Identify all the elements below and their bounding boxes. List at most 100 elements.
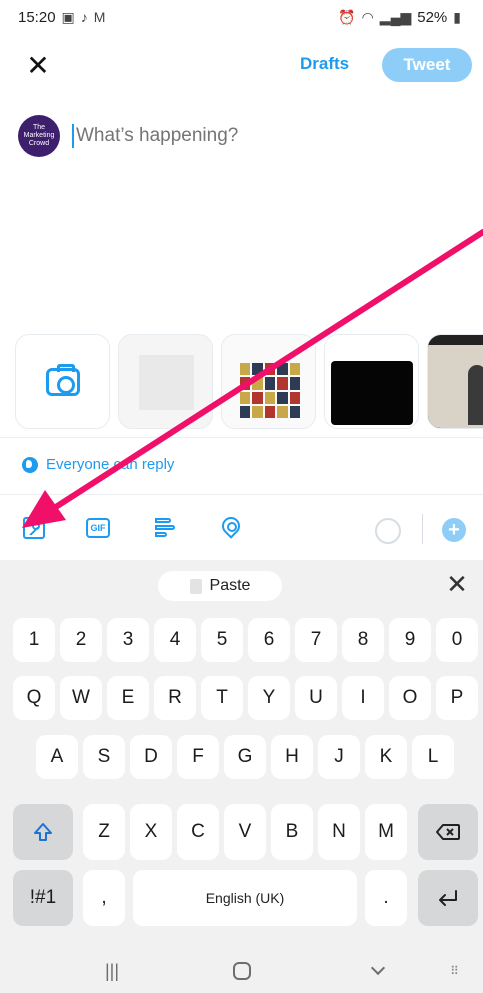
- location-icon: [221, 517, 239, 539]
- key-a[interactable]: A: [36, 735, 78, 779]
- system-nav-bar: ||| ⠿: [0, 950, 483, 993]
- tweet-button[interactable]: Tweet: [382, 48, 472, 82]
- key-8[interactable]: 8: [342, 618, 384, 662]
- key-j[interactable]: J: [318, 735, 360, 779]
- key-7[interactable]: 7: [295, 618, 337, 662]
- key-n[interactable]: N: [318, 804, 360, 860]
- key-m[interactable]: M: [365, 804, 407, 860]
- chevron-down-icon: [370, 960, 386, 976]
- keyboard-close-button[interactable]: ✕: [443, 570, 471, 598]
- home-button[interactable]: [222, 958, 262, 984]
- key-p[interactable]: P: [436, 676, 478, 720]
- media-thumbnail[interactable]: [118, 334, 213, 429]
- divider: [0, 494, 483, 495]
- key-l[interactable]: L: [412, 735, 454, 779]
- key-z[interactable]: Z: [83, 804, 125, 860]
- poll-icon: [155, 518, 175, 538]
- key-f[interactable]: F: [177, 735, 219, 779]
- home-icon: [233, 962, 251, 980]
- key-u[interactable]: U: [295, 676, 337, 720]
- key-r[interactable]: R: [154, 676, 196, 720]
- backspace-icon: [436, 824, 460, 840]
- tweet-text-input[interactable]: [76, 125, 436, 147]
- paste-button[interactable]: Paste: [158, 571, 282, 601]
- gallery-icon: ▣: [61, 8, 75, 25]
- key-k[interactable]: K: [365, 735, 407, 779]
- key-4[interactable]: 4: [154, 618, 196, 662]
- signal-icon: ▂▄▆: [379, 8, 412, 25]
- key-q[interactable]: Q: [13, 676, 55, 720]
- recents-button[interactable]: |||: [92, 958, 132, 984]
- status-left: 15:20 ▣ ♪ M: [18, 9, 105, 26]
- camera-button[interactable]: [15, 334, 110, 429]
- battery-icon: ▮: [453, 8, 461, 25]
- character-count-ring: [375, 518, 401, 544]
- gmail-icon: M: [93, 9, 106, 25]
- thumbnail-image: [331, 361, 413, 425]
- battery-percent: 52%: [417, 8, 448, 26]
- key-c[interactable]: C: [177, 804, 219, 860]
- thumbnail-figure: [468, 365, 483, 425]
- media-strip: [15, 334, 483, 429]
- add-thread-button[interactable]: +: [442, 518, 466, 542]
- shift-key[interactable]: [13, 804, 73, 860]
- tiktok-icon: ♪: [80, 9, 88, 25]
- key-1[interactable]: 1: [13, 618, 55, 662]
- toolbar-separator: [422, 514, 423, 544]
- key-s[interactable]: S: [83, 735, 125, 779]
- reply-setting-label: Everyone can reply: [46, 456, 175, 473]
- close-button[interactable]: ✕: [22, 50, 54, 82]
- key-g[interactable]: G: [224, 735, 266, 779]
- text-caret: [72, 124, 74, 148]
- media-thumbnail[interactable]: [427, 334, 483, 429]
- media-thumbnail[interactable]: [324, 334, 419, 429]
- key-v[interactable]: V: [224, 804, 266, 860]
- key-t[interactable]: T: [201, 676, 243, 720]
- back-button[interactable]: [358, 958, 398, 984]
- backspace-key[interactable]: [418, 804, 478, 860]
- alarm-icon: ⏰: [338, 8, 356, 25]
- compose-header: ✕ Drafts Tweet: [0, 44, 483, 90]
- status-right: ⏰ ◠ ▂▄▆ 52% ▮: [338, 9, 461, 26]
- key-6[interactable]: 6: [248, 618, 290, 662]
- enter-key[interactable]: [418, 870, 478, 926]
- key-x[interactable]: X: [130, 804, 172, 860]
- key-e[interactable]: E: [107, 676, 149, 720]
- paste-label: Paste: [209, 577, 251, 594]
- globe-icon: [22, 456, 38, 473]
- reply-setting[interactable]: Everyone can reply: [22, 456, 174, 473]
- add-location-button[interactable]: [214, 512, 246, 544]
- drafts-button[interactable]: Drafts: [300, 54, 349, 74]
- comma-key[interactable]: ,: [83, 870, 125, 926]
- media-thumbnail[interactable]: [221, 334, 316, 429]
- clock: 15:20: [18, 8, 56, 26]
- period-key[interactable]: .: [365, 870, 407, 926]
- gif-icon: GIF: [86, 518, 110, 538]
- key-w[interactable]: W: [60, 676, 102, 720]
- symbols-key[interactable]: !#1: [13, 870, 73, 926]
- keyboard-picker-button[interactable]: ⠿: [434, 958, 474, 984]
- add-poll-button[interactable]: [149, 512, 181, 544]
- avatar[interactable]: The Marketing Crowd: [18, 115, 60, 157]
- keyboard-toolbar: Paste ✕: [0, 560, 483, 610]
- key-b[interactable]: B: [271, 804, 313, 860]
- add-image-button[interactable]: [18, 512, 50, 544]
- key-i[interactable]: I: [342, 676, 384, 720]
- camera-icon: [45, 363, 80, 396]
- key-o[interactable]: O: [389, 676, 431, 720]
- add-gif-button[interactable]: GIF: [82, 512, 114, 544]
- thumbnail-image: [240, 363, 300, 418]
- key-3[interactable]: 3: [107, 618, 149, 662]
- key-h[interactable]: H: [271, 735, 313, 779]
- key-2[interactable]: 2: [60, 618, 102, 662]
- space-bar[interactable]: English (UK): [133, 870, 357, 926]
- key-0[interactable]: 0: [436, 618, 478, 662]
- divider: [0, 437, 483, 438]
- key-5[interactable]: 5: [201, 618, 243, 662]
- enter-icon: [439, 890, 457, 906]
- key-9[interactable]: 9: [389, 618, 431, 662]
- close-icon: ✕: [26, 50, 50, 81]
- key-d[interactable]: D: [130, 735, 172, 779]
- key-y[interactable]: Y: [248, 676, 290, 720]
- clipboard-icon: [189, 578, 202, 594]
